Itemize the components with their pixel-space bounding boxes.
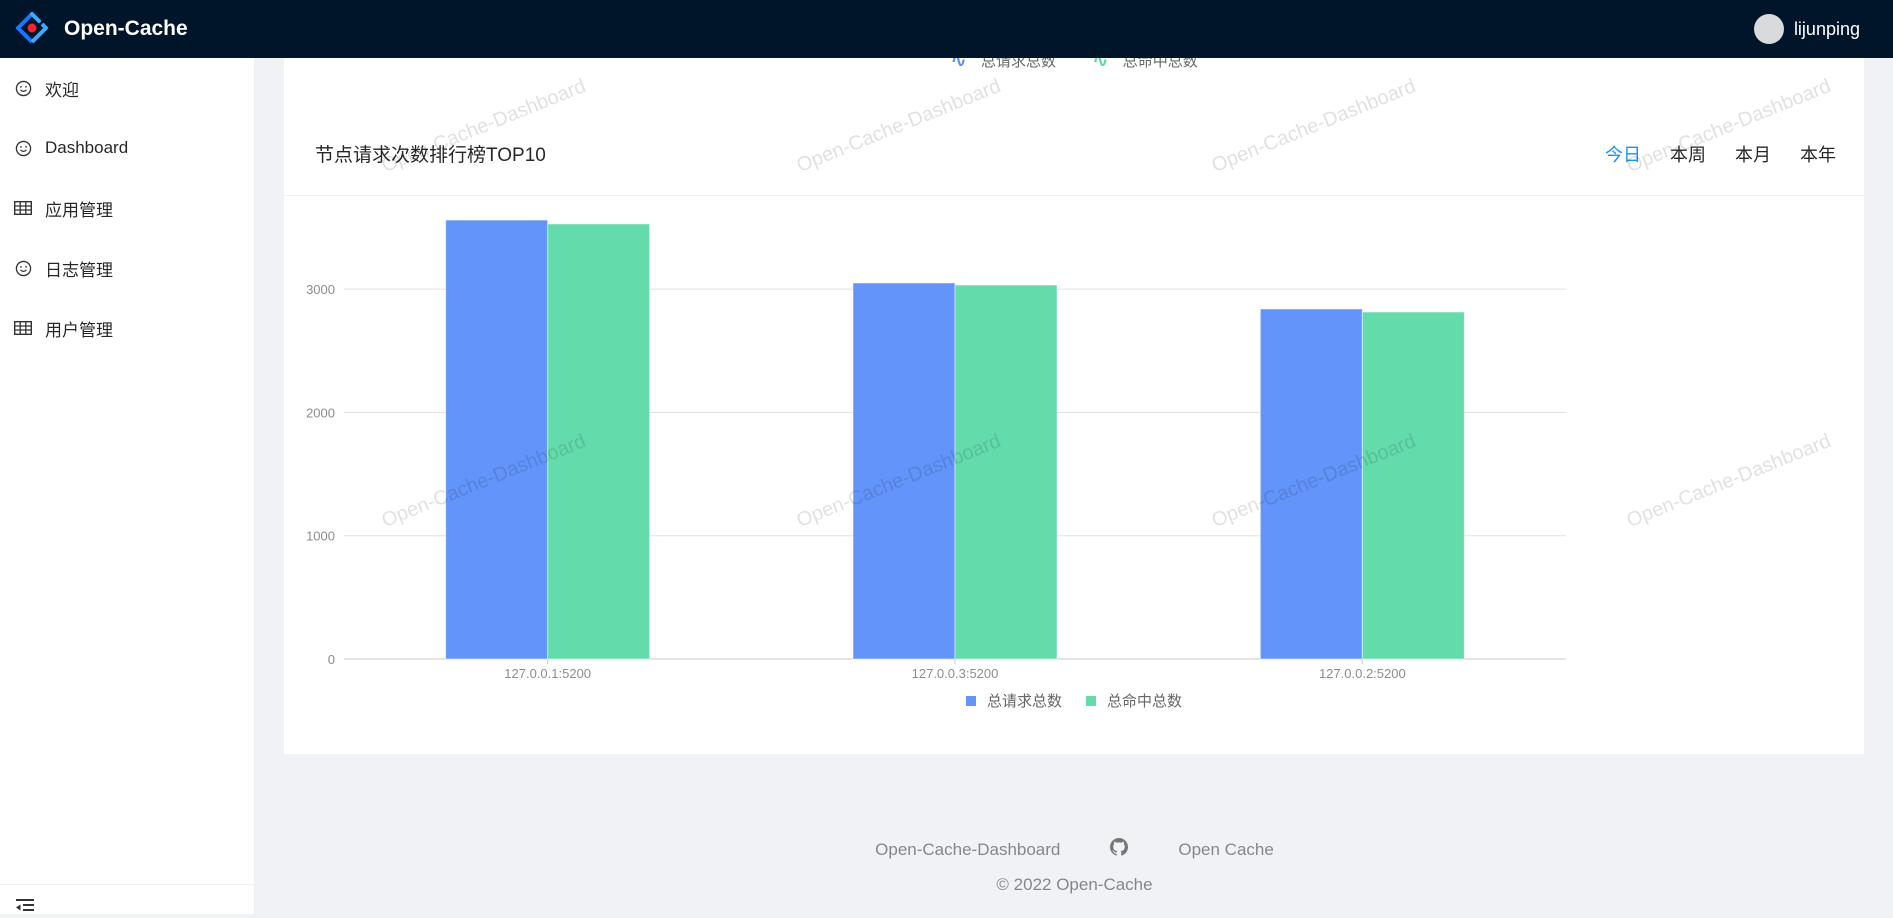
- x-tick-label: 127.0.0.3:5200: [912, 666, 999, 681]
- bar[interactable]: [1259, 308, 1363, 660]
- sidebar-item-label: 日志管理: [45, 260, 113, 280]
- footer-link-dashboard[interactable]: Open-Cache-Dashboard: [875, 840, 1060, 860]
- y-tick-label: 1000: [306, 529, 335, 544]
- legend-item-total-requests[interactable]: 总请求总数: [965, 690, 1062, 711]
- footer-links: Open-Cache-Dashboard Open Cache: [256, 838, 1893, 861]
- smile-icon: [14, 139, 32, 157]
- time-range-tabs: 今日 本周 本月 本年: [1576, 141, 1836, 167]
- bar[interactable]: [445, 219, 549, 660]
- sidebar-collapse-bar: [0, 884, 254, 914]
- previous-chart-card: ∿ 总请求总数 ∿ 总命中总数: [284, 50, 1864, 96]
- legend-swatch: [1086, 695, 1096, 706]
- sidebar-item-label: 应用管理: [45, 200, 113, 220]
- y-tick-label: 3000: [306, 282, 335, 297]
- smile-icon: [14, 79, 32, 97]
- bar[interactable]: [954, 284, 1058, 660]
- main-content: ∿ 总请求总数 ∿ 总命中总数 节点请求次数排行榜TOP10 今日 本周 本月 …: [256, 50, 1893, 914]
- smile-icon: [14, 259, 32, 277]
- sidebar-item-label: 用户管理: [45, 320, 113, 340]
- bar[interactable]: [852, 282, 956, 660]
- table-icon: [14, 199, 32, 217]
- tab-this-year[interactable]: 本年: [1800, 141, 1836, 167]
- app-title: Open-Cache: [64, 17, 188, 40]
- legend-label: 总请求总数: [986, 693, 1062, 710]
- copyright: © 2022 Open-Cache: [996, 875, 1153, 894]
- y-tick-label: 0: [328, 652, 335, 667]
- tab-this-month[interactable]: 本月: [1735, 141, 1771, 167]
- legend-label: 总命中总数: [1107, 693, 1183, 710]
- chart-legend: 总请求总数 总命中总数: [284, 690, 1864, 711]
- bar-chart-svg: 0 1000 2000 3000 127.0.0.1:5200 127.0.0.3:520…: [306, 219, 1566, 681]
- top-header: Open-Cache lijunping: [0, 0, 1893, 58]
- sidebar: 欢迎 Dashboard 应用管理 日志管理 用户管理: [0, 58, 255, 914]
- sidebar-item-welcome[interactable]: 欢迎: [0, 58, 254, 118]
- tab-this-week[interactable]: 本周: [1670, 141, 1706, 167]
- user-menu[interactable]: lijunping: [1753, 14, 1893, 44]
- avatar[interactable]: [1753, 14, 1784, 44]
- sidebar-item-log-management[interactable]: 日志管理: [0, 238, 254, 298]
- sidebar-item-label: Dashboard: [45, 138, 129, 157]
- github-icon[interactable]: [1110, 838, 1129, 861]
- node-ranking-card: 节点请求次数排行榜TOP10 今日 本周 本月 本年 0 1000 2000 3000…: [284, 96, 1864, 754]
- menu-fold-icon[interactable]: [16, 899, 35, 918]
- bar[interactable]: [1361, 311, 1465, 660]
- sidebar-item-app-management[interactable]: 应用管理: [0, 178, 254, 238]
- table-icon: [14, 319, 32, 337]
- sidebar-item-dashboard[interactable]: Dashboard: [0, 118, 254, 178]
- bar[interactable]: [547, 223, 651, 660]
- sidebar-item-label: 欢迎: [45, 80, 79, 100]
- footer-link-open-cache[interactable]: Open Cache: [1178, 840, 1273, 860]
- bar-chart: 0 1000 2000 3000 127.0.0.1:5200 127.0.0.3:520…: [284, 196, 1864, 754]
- x-tick-label: 127.0.0.1:5200: [504, 666, 591, 681]
- brand[interactable]: Open-Cache: [0, 11, 188, 47]
- tab-today[interactable]: 今日: [1605, 141, 1641, 167]
- username[interactable]: lijunping: [1794, 19, 1860, 40]
- card-title: 节点请求次数排行榜TOP10: [315, 145, 546, 166]
- legend-item-total-hits[interactable]: 总命中总数: [1086, 690, 1182, 711]
- legend-swatch: [965, 695, 976, 706]
- y-tick-label: 2000: [306, 405, 335, 420]
- sidebar-item-user-management[interactable]: 用户管理: [0, 298, 254, 358]
- logo-icon: [16, 12, 48, 44]
- page-footer: Open-Cache-Dashboard Open Cache © 2022 O…: [256, 838, 1893, 895]
- x-tick-label: 127.0.0.2:5200: [1319, 666, 1406, 681]
- card-header: 节点请求次数排行榜TOP10 今日 本周 本月 本年: [284, 96, 1864, 196]
